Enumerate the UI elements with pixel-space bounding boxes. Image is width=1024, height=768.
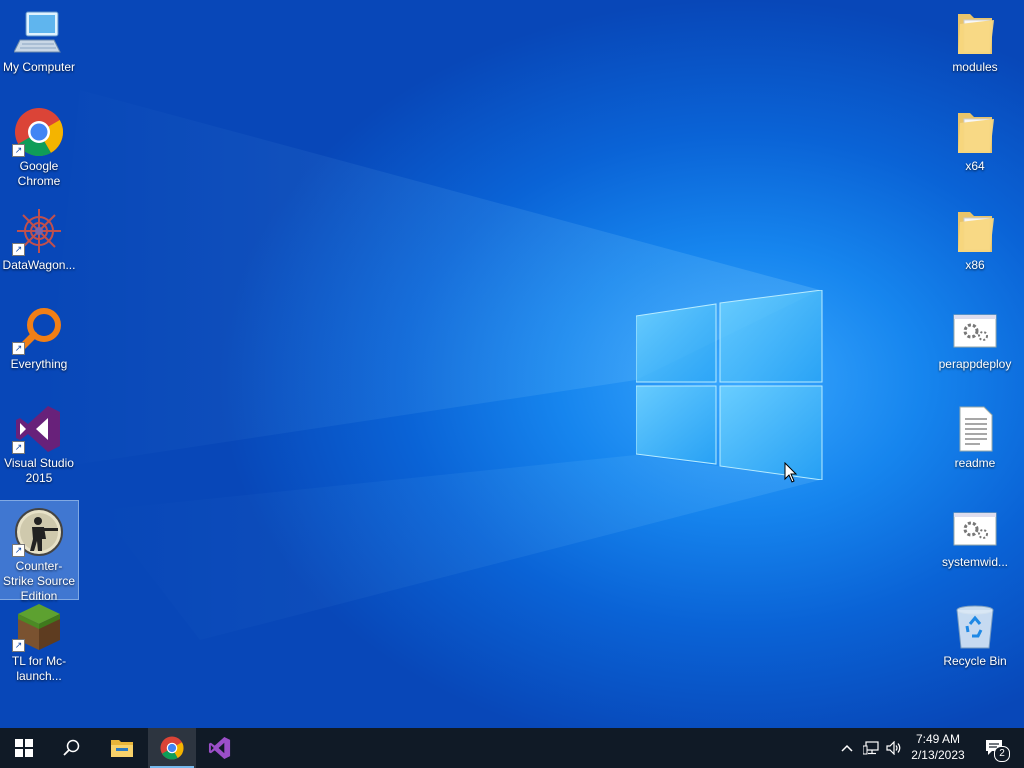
clock-time: 7:49 AM xyxy=(915,732,961,746)
desktop-icon-x86-folder[interactable]: x86 xyxy=(936,200,1014,274)
folder-icon xyxy=(950,8,1000,58)
folder-icon xyxy=(950,107,1000,157)
visual-studio-icon: ↗ xyxy=(12,404,64,454)
desktop-icon-label: Everything xyxy=(10,357,68,371)
settings-file-icon xyxy=(950,503,1000,553)
everything-search-icon: ↗ xyxy=(12,305,64,355)
chrome-icon: ↗ xyxy=(12,107,64,157)
desktop-icon-my-computer[interactable]: My Computer xyxy=(0,2,78,76)
file-explorer-icon xyxy=(111,740,133,757)
desktop-icon-label: My Computer xyxy=(2,60,76,74)
shortcut-arrow-icon: ↗ xyxy=(12,144,25,157)
tray-show-hidden[interactable] xyxy=(836,728,858,768)
network-icon xyxy=(863,741,879,755)
taskbar-visual-studio[interactable] xyxy=(196,728,244,768)
settings-file-icon xyxy=(950,305,1000,355)
tray-network[interactable] xyxy=(860,728,882,768)
chevron-up-icon xyxy=(841,744,853,752)
desktop-icon-label: systemwid... xyxy=(941,555,1008,569)
action-center-button[interactable]: 2 xyxy=(978,728,1012,768)
desktop-icon-google-chrome[interactable]: ↗ Google Chrome xyxy=(0,101,78,189)
taskbar-file-explorer[interactable] xyxy=(98,728,146,768)
wallpaper xyxy=(40,90,820,640)
folder-icon xyxy=(950,206,1000,256)
desktop-icon-label: DataWagon... xyxy=(2,258,76,272)
search-button[interactable] xyxy=(48,728,96,768)
chrome-icon xyxy=(160,736,184,760)
desktop-icon-label: TL for Mc-launch... xyxy=(11,654,67,683)
shortcut-arrow-icon: ↗ xyxy=(12,544,25,557)
shortcut-arrow-icon: ↗ xyxy=(12,441,25,454)
volume-icon xyxy=(886,741,901,755)
desktop-icon-label: perappdeploy xyxy=(938,357,1012,371)
desktop-icon-counter-strike[interactable]: ↗ Counter-Strike Source Edition xyxy=(0,500,79,603)
clock-date: 2/13/2023 xyxy=(911,748,965,762)
shortcut-arrow-icon: ↗ xyxy=(12,639,25,652)
counter-strike-icon: ↗ xyxy=(12,507,64,557)
notification-count-badge: 2 xyxy=(994,746,1010,762)
shortcut-arrow-icon: ↗ xyxy=(12,342,25,355)
computer-icon xyxy=(13,8,64,58)
desktop-icon-perappdeploy[interactable]: perappdeploy xyxy=(936,299,1014,373)
recycle-bin-icon xyxy=(950,602,1000,652)
visual-studio-icon xyxy=(208,736,231,760)
desktop-icon-tl-mc-launcher[interactable]: ↗ TL for Mc-launch... xyxy=(0,596,78,684)
desktop-icon-label: readme xyxy=(954,456,996,470)
desktop-icon-datawagon[interactable]: ↗ DataWagon... xyxy=(0,200,78,274)
start-button[interactable] xyxy=(0,728,48,768)
desktop-icon-modules-folder[interactable]: modules xyxy=(936,2,1014,76)
desktop-icon-label: modules xyxy=(952,60,998,74)
text-file-icon xyxy=(950,404,1000,454)
start-icon xyxy=(15,739,33,757)
desktop-icon-x64-folder[interactable]: x64 xyxy=(936,101,1014,175)
datawagon-icon: ↗ xyxy=(12,206,64,256)
shortcut-arrow-icon: ↗ xyxy=(12,243,25,256)
desktop-icon-label: Recycle Bin xyxy=(943,654,1007,668)
tray-volume[interactable] xyxy=(883,728,905,768)
taskbar-clock[interactable]: 7:49 AM 2/13/2023 xyxy=(903,728,973,768)
desktop-icon-recycle-bin[interactable]: Recycle Bin xyxy=(936,596,1014,670)
desktop-icon-visual-studio[interactable]: ↗ Visual Studio 2015 xyxy=(0,398,78,486)
windows-logo xyxy=(636,290,823,480)
desktop-icon-label: Google Chrome xyxy=(17,159,61,188)
minecraft-grass-block-icon: ↗ xyxy=(12,602,64,652)
desktop-icon-label: x86 xyxy=(965,258,985,272)
search-icon xyxy=(63,739,80,756)
desktop-icon-readme[interactable]: readme xyxy=(936,398,1014,472)
desktop-icon-systemwide[interactable]: systemwid... xyxy=(936,497,1014,571)
mouse-cursor-icon xyxy=(784,462,798,483)
taskbar: 7:49 AM 2/13/2023 2 xyxy=(0,728,1024,768)
desktop-icon-label: x64 xyxy=(965,159,985,173)
desktop-icon-everything[interactable]: ↗ Everything xyxy=(0,299,78,373)
taskbar-google-chrome[interactable] xyxy=(148,728,196,768)
desktop-icon-label: Visual Studio 2015 xyxy=(4,456,74,485)
